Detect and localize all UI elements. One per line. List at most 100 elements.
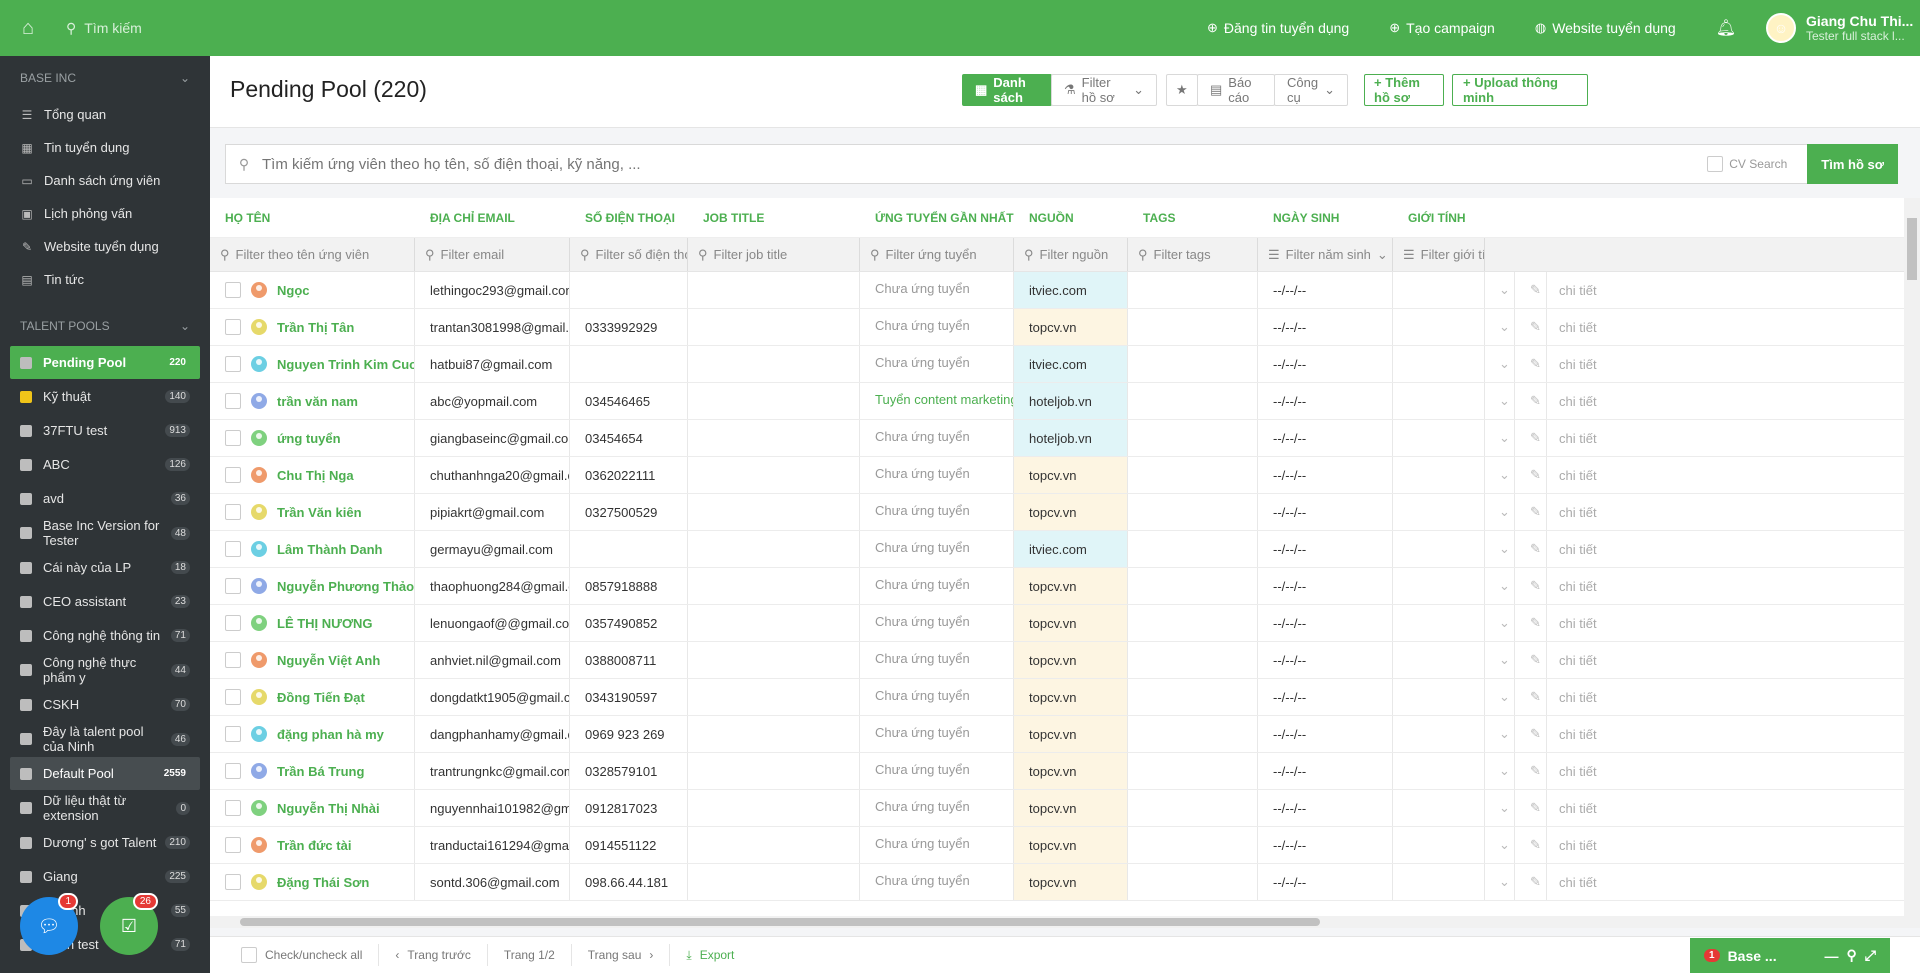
tools-button[interactable]: Công cụ ⌄ bbox=[1274, 74, 1348, 106]
row-expand-button[interactable]: ⌄ bbox=[1485, 716, 1515, 752]
column-header[interactable]: GIỚI TÍNH bbox=[1393, 211, 1485, 225]
row-expand-button[interactable]: ⌄ bbox=[1485, 679, 1515, 715]
candidate-name-link[interactable]: Trần Bá Trung bbox=[277, 764, 364, 779]
row-detail-link[interactable]: chi tiết bbox=[1547, 383, 1607, 419]
sidebar-item-5[interactable]: ▤ Tin tức bbox=[0, 263, 210, 296]
table-row[interactable]: Lâm Thành Danh germayu@gmail.com Chưa ứng … bbox=[210, 531, 1904, 568]
candidate-name-link[interactable]: Chu Thị Nga bbox=[277, 468, 354, 483]
report-button[interactable]: ▤ Báo cáo bbox=[1197, 74, 1275, 106]
column-header[interactable]: NGUỒN bbox=[1014, 211, 1128, 225]
row-edit-button[interactable]: ✎ bbox=[1515, 864, 1547, 900]
candidate-name-link[interactable]: Nguyen Trinh Kim Cuong bbox=[277, 357, 414, 372]
row-detail-link[interactable]: chi tiết bbox=[1547, 716, 1607, 752]
row-checkbox[interactable] bbox=[225, 393, 241, 409]
table-row[interactable]: trần văn nam abc@yopmail.com 034546465 Tuyể… bbox=[210, 383, 1904, 420]
row-expand-button[interactable]: ⌄ bbox=[1485, 346, 1515, 382]
bell-icon[interactable]: 🔔︎ bbox=[1716, 18, 1736, 38]
row-checkbox[interactable] bbox=[225, 541, 241, 557]
row-checkbox[interactable] bbox=[225, 726, 241, 742]
talent-pool-item[interactable]: Công nghệ thông tin 71 bbox=[10, 619, 200, 652]
candidate-name-link[interactable]: Đồng Tiến Đạt bbox=[277, 690, 365, 705]
talent-pool-item[interactable]: Dương' s got Talent 210 bbox=[10, 826, 200, 859]
export-button[interactable]: ⤓ Export bbox=[670, 944, 750, 966]
row-detail-link[interactable]: chi tiết bbox=[1547, 679, 1607, 715]
talent-pool-item[interactable]: Công nghệ thực phẩm y 44 bbox=[10, 653, 200, 687]
row-checkbox[interactable] bbox=[225, 578, 241, 594]
talent-pool-item[interactable]: Giang 225 bbox=[10, 860, 200, 893]
column-filter[interactable]: ⚲ Filter ứng tuyển bbox=[860, 238, 1014, 271]
table-row[interactable]: Trần Bá Trung trantrungnkc@gmail.com 03285… bbox=[210, 753, 1904, 790]
talent-pool-item[interactable]: Default Pool 2559 bbox=[10, 757, 200, 790]
expand-icon[interactable]: ⤢ bbox=[1865, 947, 1876, 964]
row-edit-button[interactable]: ✎ bbox=[1515, 605, 1547, 641]
row-checkbox[interactable] bbox=[225, 282, 241, 298]
global-search[interactable]: ⚲ Tìm kiếm bbox=[66, 20, 142, 37]
column-header[interactable]: SỐ ĐIỆN THOẠI bbox=[570, 211, 688, 225]
cv-search-toggle[interactable]: CV Search bbox=[1707, 156, 1787, 172]
candidate-name-link[interactable]: Ngọc bbox=[277, 283, 310, 298]
row-detail-link[interactable]: chi tiết bbox=[1547, 827, 1607, 863]
sidebar-item-3[interactable]: ▣ Lịch phỏng vấn bbox=[0, 197, 210, 230]
table-row[interactable]: Nguyễn Thị Nhài nguyennhai101982@gma...09… bbox=[210, 790, 1904, 827]
minimize-icon[interactable]: — bbox=[1825, 948, 1839, 964]
table-row[interactable]: Nguyễn Việt Anh anhviet.nil@gmail.com 0388… bbox=[210, 642, 1904, 679]
column-filter[interactable]: ☰ Filter năm sinh ⌄ bbox=[1258, 238, 1393, 271]
column-header[interactable]: NGÀY SINH bbox=[1258, 211, 1393, 225]
column-header[interactable]: JOB TITLE bbox=[688, 211, 860, 225]
row-checkbox[interactable] bbox=[225, 430, 241, 446]
candidate-name-link[interactable]: ứng tuyển bbox=[277, 431, 341, 446]
row-checkbox[interactable] bbox=[225, 615, 241, 631]
row-expand-button[interactable]: ⌄ bbox=[1485, 457, 1515, 493]
candidate-name-link[interactable]: Đặng Thái Sơn bbox=[277, 875, 369, 890]
row-expand-button[interactable]: ⌄ bbox=[1485, 309, 1515, 345]
row-edit-button[interactable]: ✎ bbox=[1515, 568, 1547, 604]
row-detail-link[interactable]: chi tiết bbox=[1547, 642, 1607, 678]
row-expand-button[interactable]: ⌄ bbox=[1485, 753, 1515, 789]
row-checkbox[interactable] bbox=[225, 763, 241, 779]
search-icon[interactable]: ⚲ bbox=[1847, 947, 1857, 964]
candidate-name-link[interactable]: Nguyễn Thị Nhài bbox=[277, 801, 380, 816]
row-checkbox[interactable] bbox=[225, 356, 241, 372]
row-edit-button[interactable]: ✎ bbox=[1515, 272, 1547, 308]
candidate-name-link[interactable]: Nguyễn Việt Anh bbox=[277, 653, 380, 668]
candidate-search-input[interactable] bbox=[262, 155, 1708, 173]
talent-pool-item[interactable]: avd 36 bbox=[10, 482, 200, 515]
favorite-button[interactable]: ★ bbox=[1166, 74, 1198, 106]
sidebar-section-talent-pools[interactable]: TALENT POOLS ⌄ bbox=[0, 306, 210, 346]
row-detail-link[interactable]: chi tiết bbox=[1547, 864, 1607, 900]
filter-profile-button[interactable]: ⚗ Filter hồ sơ ⌄ bbox=[1051, 74, 1157, 106]
row-checkbox[interactable] bbox=[225, 652, 241, 668]
list-view-button[interactable]: ▦ Danh sách bbox=[962, 74, 1052, 106]
row-detail-link[interactable]: chi tiết bbox=[1547, 494, 1607, 530]
row-edit-button[interactable]: ✎ bbox=[1515, 383, 1547, 419]
row-expand-button[interactable]: ⌄ bbox=[1485, 272, 1515, 308]
row-expand-button[interactable]: ⌄ bbox=[1485, 383, 1515, 419]
column-header[interactable]: HỌ TÊN bbox=[210, 211, 415, 225]
column-filter[interactable]: ⚲ Filter theo tên ứng viên bbox=[210, 238, 415, 271]
post-job-link[interactable]: ⊕ Đăng tin tuyển dụng bbox=[1207, 20, 1349, 36]
add-profile-button[interactable]: + Thêm hồ sơ bbox=[1364, 74, 1444, 106]
candidate-name-link[interactable]: đặng phan hà my bbox=[277, 727, 384, 742]
row-detail-link[interactable]: chi tiết bbox=[1547, 457, 1607, 493]
table-row[interactable]: Trần Thị Tân trantan3081998@gmail.c...033… bbox=[210, 309, 1904, 346]
column-header[interactable]: ĐỊA CHỈ EMAIL bbox=[415, 211, 570, 225]
column-filter[interactable]: ⚲ Filter email bbox=[415, 238, 570, 271]
table-row[interactable]: Chu Thị Nga chuthanhnga20@gmail.c... 03620… bbox=[210, 457, 1904, 494]
sidebar-item-0[interactable]: ☰ Tổng quan bbox=[0, 98, 210, 131]
next-page-button[interactable]: Trang sau › bbox=[572, 944, 671, 966]
latest-application-cell[interactable]: Tuyển content marketing bbox=[860, 383, 1014, 419]
row-edit-button[interactable]: ✎ bbox=[1515, 346, 1547, 382]
table-row[interactable]: Đặng Thái Sơn sontd.306@gmail.com 098.66.4… bbox=[210, 864, 1904, 901]
table-row[interactable]: Trần Văn kiên pipiakrt@gmail.com 032750052… bbox=[210, 494, 1904, 531]
row-checkbox[interactable] bbox=[225, 874, 241, 890]
row-expand-button[interactable]: ⌄ bbox=[1485, 864, 1515, 900]
home-icon[interactable]: ⌂ bbox=[0, 0, 56, 56]
create-campaign-link[interactable]: ⊕ Tạo campaign bbox=[1389, 20, 1495, 36]
table-row[interactable]: ứng tuyển giangbaseinc@gmail.com 03454654 C… bbox=[210, 420, 1904, 457]
row-expand-button[interactable]: ⌄ bbox=[1485, 531, 1515, 567]
row-expand-button[interactable]: ⌄ bbox=[1485, 568, 1515, 604]
column-filter[interactable]: ☰ Filter giới tính bbox=[1393, 238, 1485, 271]
candidate-name-link[interactable]: Nguyễn Phương Thảo bbox=[277, 579, 414, 594]
row-checkbox[interactable] bbox=[225, 689, 241, 705]
talent-pool-item[interactable]: Pending Pool 220 bbox=[10, 346, 200, 379]
